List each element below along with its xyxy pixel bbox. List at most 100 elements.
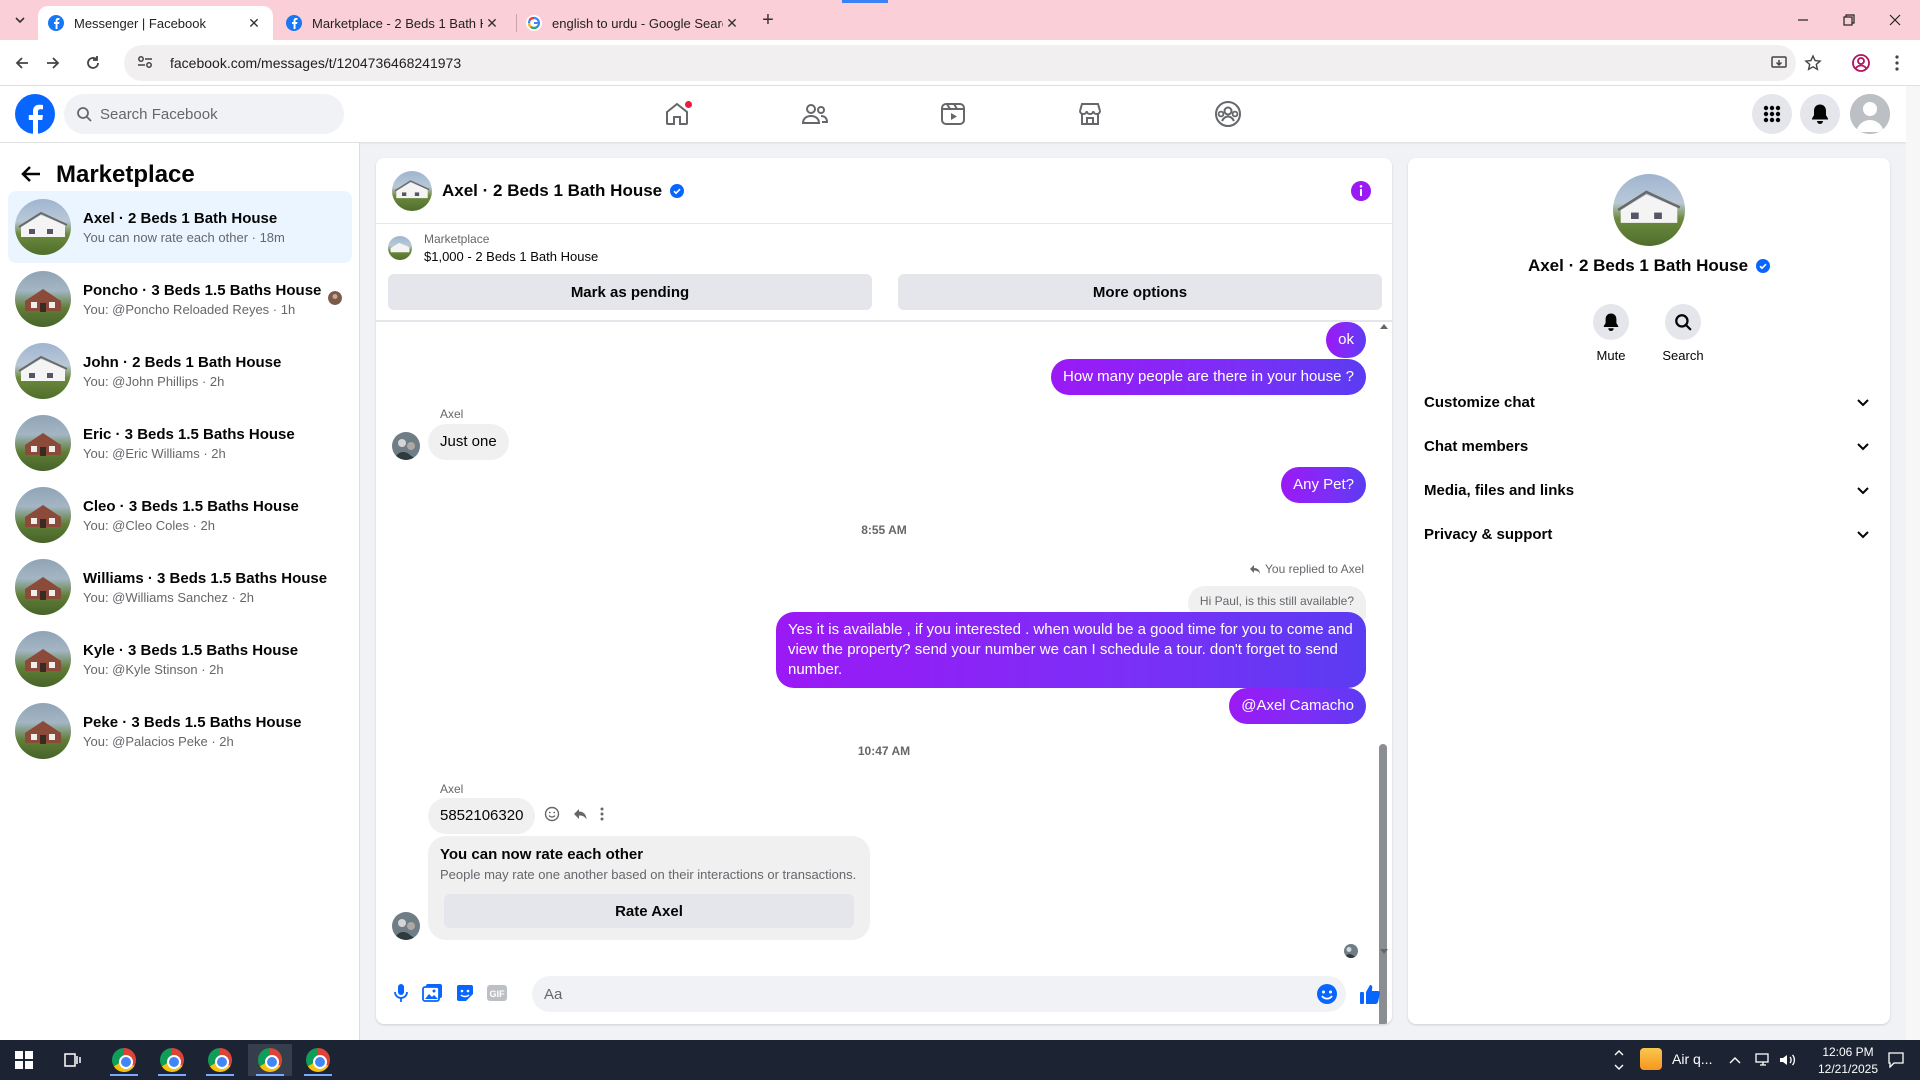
- facebook-search-input[interactable]: [100, 105, 320, 123]
- conversation-item[interactable]: Cleo · 3 Beds 1.5 Baths House You: @Cleo…: [8, 479, 352, 551]
- facebook-logo[interactable]: [15, 94, 55, 134]
- listing-banner[interactable]: Marketplace $1,000 - 2 Beds 1 Bath House: [388, 232, 598, 264]
- taskbar-chrome[interactable]: [102, 1044, 146, 1076]
- message-input[interactable]: [544, 985, 1304, 1003]
- tab-close-icon[interactable]: ✕: [483, 14, 501, 32]
- notifications-button[interactable]: [1800, 94, 1840, 134]
- browser-tab-marketplace[interactable]: Marketplace - 2 Beds 1 Bath House ✕: [276, 6, 511, 40]
- close-window-button[interactable]: [1872, 0, 1918, 40]
- weather-widget[interactable]: Air q...: [1640, 1048, 1712, 1070]
- tab-search-button[interactable]: [8, 8, 32, 32]
- profile-button[interactable]: [1848, 50, 1874, 76]
- conversation-item[interactable]: Poncho · 3 Beds 1.5 Baths House You: @Po…: [8, 263, 352, 335]
- clock-time[interactable]: 12:06 PM: [1816, 1045, 1880, 1059]
- conversation-item[interactable]: John · 2 Beds 1 Bath House You: @John Ph…: [8, 335, 352, 407]
- forward-button[interactable]: [40, 50, 66, 76]
- menu-button[interactable]: [1752, 94, 1792, 134]
- show-hidden-icons-button[interactable]: [1720, 1044, 1750, 1076]
- more-options-button[interactable]: More options: [898, 274, 1382, 310]
- conversation-info-button[interactable]: [1350, 180, 1372, 202]
- sticker-button[interactable]: [454, 982, 476, 1004]
- nav-home[interactable]: [622, 86, 732, 142]
- browser-menu-button[interactable]: [1884, 50, 1910, 76]
- chat-title[interactable]: Axel · 2 Beds 1 Bath House: [442, 181, 662, 201]
- thumbs-up-icon: [1360, 985, 1380, 1004]
- outgoing-message[interactable]: How many people are there in your house …: [1050, 359, 1366, 395]
- nav-friends[interactable]: [760, 86, 870, 142]
- account-avatar[interactable]: [1850, 94, 1890, 134]
- incoming-message[interactable]: Just one: [428, 424, 509, 460]
- sender-avatar[interactable]: [392, 432, 420, 460]
- search-icon[interactable]: [1665, 304, 1701, 340]
- taskbar-chrome[interactable]: [296, 1044, 340, 1076]
- browser-tab-google[interactable]: english to urdu - Google Search ✕: [516, 6, 751, 40]
- chat-scrollbar[interactable]: [1377, 324, 1391, 1024]
- site-info-icon[interactable]: [136, 53, 156, 73]
- chevron-down-icon: [1857, 531, 1869, 539]
- new-tab-button[interactable]: +: [756, 8, 780, 32]
- customize-chat-section[interactable]: Customize chat: [1416, 382, 1882, 422]
- scroll-down-arrow[interactable]: [1380, 949, 1388, 954]
- conversation-item[interactable]: Williams · 3 Beds 1.5 Baths House You: @…: [8, 551, 352, 623]
- scroll-up-arrow[interactable]: [1380, 324, 1388, 329]
- tab-close-icon[interactable]: ✕: [723, 14, 741, 32]
- gif-button[interactable]: GIF: [486, 982, 508, 1004]
- contact-avatar[interactable]: [1613, 174, 1685, 246]
- tab-close-icon[interactable]: ✕: [245, 14, 263, 32]
- address-bar[interactable]: facebook.com/messages/t/1204736468241973: [124, 45, 1796, 81]
- install-app-button[interactable]: [1766, 50, 1792, 76]
- back-button[interactable]: [9, 50, 35, 76]
- svg-text:GIF: GIF: [490, 989, 506, 999]
- nav-marketplace[interactable]: [1035, 86, 1145, 142]
- conversation-info-panel: Axel · 2 Beds 1 Bath House Mute Search C…: [1408, 158, 1890, 1024]
- emoji-button[interactable]: [1316, 983, 1338, 1005]
- reload-button[interactable]: [80, 50, 106, 76]
- restore-button[interactable]: [1826, 0, 1872, 40]
- conversation-item[interactable]: Peke · 3 Beds 1.5 Baths House You: @Pala…: [8, 695, 352, 767]
- conversation-item[interactable]: Kyle · 3 Beds 1.5 Baths House You: @Kyle…: [8, 623, 352, 695]
- volume-button[interactable]: [1774, 1044, 1802, 1076]
- attach-media-button[interactable]: [422, 982, 444, 1004]
- nav-video[interactable]: [898, 86, 1008, 142]
- clock-date[interactable]: 12/21/2025: [1816, 1062, 1880, 1076]
- browser-tab-messenger[interactable]: Messenger | Facebook ✕: [38, 6, 273, 40]
- privacy-support-section[interactable]: Privacy & support: [1416, 514, 1882, 554]
- rate-axel-button[interactable]: Rate Axel: [444, 894, 854, 928]
- bell-icon[interactable]: [1593, 304, 1629, 340]
- bookmark-button[interactable]: [1800, 50, 1826, 76]
- minimize-button[interactable]: [1780, 0, 1826, 40]
- windows-icon: [15, 1051, 33, 1069]
- outgoing-message[interactable]: Yes it is available , if you interested …: [776, 612, 1366, 688]
- mark-as-pending-button[interactable]: Mark as pending: [388, 274, 872, 310]
- voice-clip-button[interactable]: [390, 982, 412, 1004]
- chat-avatar[interactable]: [392, 170, 432, 211]
- media-files-links-section[interactable]: Media, files and links: [1416, 470, 1882, 510]
- more-vertical-icon[interactable]: [600, 807, 604, 821]
- start-button[interactable]: [2, 1044, 46, 1076]
- notification-center-button[interactable]: [1876, 1044, 1916, 1076]
- react-emoji-icon[interactable]: [544, 806, 560, 822]
- like-send-button[interactable]: [1358, 982, 1382, 1006]
- reply-icon[interactable]: [572, 806, 588, 822]
- page-scrollbar[interactable]: [1906, 86, 1920, 1040]
- chat-members-section[interactable]: Chat members: [1416, 426, 1882, 466]
- sender-avatar[interactable]: [392, 912, 420, 940]
- facebook-search[interactable]: [64, 94, 344, 134]
- taskbar-scroll-button[interactable]: [1604, 1044, 1634, 1076]
- mute-button[interactable]: Mute: [1581, 304, 1641, 363]
- listing-thumbnail: [15, 199, 71, 255]
- taskbar-chrome-active[interactable]: [248, 1044, 292, 1076]
- marketplace-icon: [1079, 103, 1101, 125]
- conversation-item[interactable]: Eric · 3 Beds 1.5 Baths House You: @Eric…: [8, 407, 352, 479]
- search-in-conversation-button[interactable]: Search: [1653, 304, 1713, 363]
- outgoing-message[interactable]: Any Pet?: [1281, 467, 1366, 503]
- conversation-item[interactable]: Axel · 2 Beds 1 Bath House You can now r…: [8, 191, 352, 263]
- outgoing-message[interactable]: ok: [1326, 322, 1366, 358]
- incoming-message[interactable]: 5852106320: [428, 798, 536, 834]
- taskbar-chrome[interactable]: [198, 1044, 242, 1076]
- nav-groups[interactable]: [1173, 86, 1283, 142]
- back-arrow-icon[interactable]: [20, 163, 44, 187]
- mention-message[interactable]: @Axel Camacho: [1229, 688, 1366, 724]
- task-view-button[interactable]: [50, 1044, 94, 1076]
- taskbar-chrome[interactable]: [150, 1044, 194, 1076]
